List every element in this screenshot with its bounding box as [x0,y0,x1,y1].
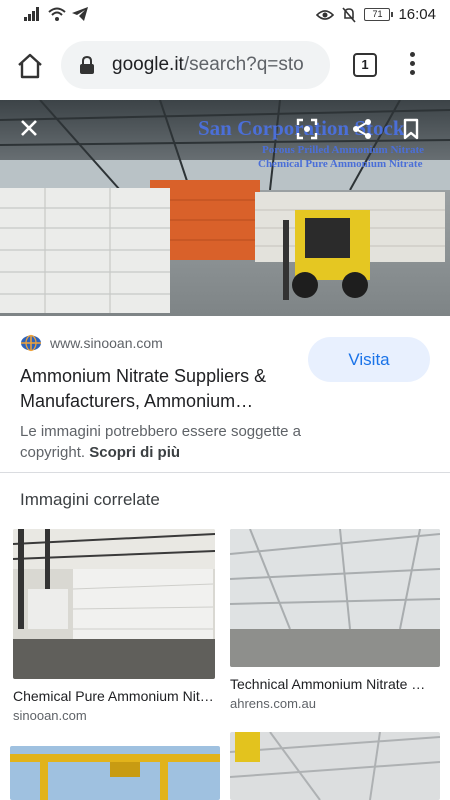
visit-button[interactable]: Visita [308,337,430,382]
related-heading: Immagini correlate [20,490,160,509]
related-card[interactable] [230,732,440,800]
overflow-menu-icon[interactable] [406,52,418,78]
preview-image[interactable]: San Corporation Stock Porous Prilled Amm… [0,100,450,316]
telegram-icon [72,7,88,21]
bookmark-icon[interactable] [403,118,419,140]
share-icon[interactable] [351,118,373,140]
related-thumbnail[interactable] [13,529,215,679]
related-thumbnail[interactable] [10,746,220,800]
related-caption: Technical Ammonium Nitrate … [230,676,426,692]
overlay-line-2: Chemical Pure Ammonium Nitrate [258,158,423,170]
related-thumbnail[interactable] [230,732,440,800]
status-bar: 71 16:04 [0,0,450,30]
signal-icon [24,7,39,21]
address-bar[interactable]: google.it/search?q=sto [61,41,330,89]
related-card[interactable]: Chemical Pure Ammonium Nit… sinooan.com [13,529,215,723]
url-domain: google.it [112,54,184,75]
related-domain: sinooan.com [13,708,87,723]
lens-icon[interactable] [296,118,318,140]
related-caption: Chemical Pure Ammonium Nit… [13,688,214,704]
eye-icon [316,9,335,20]
related-thumbnail[interactable] [230,529,440,667]
source-domain: www.sinooan.com [50,335,163,351]
url-text: google.it/search?q=sto [112,54,322,76]
result-title[interactable]: Ammonium Nitrate Suppliers & Manufacture… [20,364,305,414]
clock: 16:04 [398,6,436,23]
close-icon[interactable] [19,118,39,138]
related-domain: ahrens.com.au [230,696,316,711]
source-row[interactable]: www.sinooan.com [20,334,163,352]
related-card[interactable]: Technical Ammonium Nitrate … ahrens.com.… [230,529,440,711]
lock-icon [80,56,94,74]
site-favicon-icon [21,334,41,352]
browser-toolbar: google.it/search?q=sto 1 [0,30,450,100]
copyright-note: Le immagini potrebbero essere soggette a… [20,421,330,463]
tab-switcher-button[interactable]: 1 [353,53,377,77]
overlay-line-1: Porous Prilled Ammonium Nitrate [262,144,425,156]
related-card[interactable] [10,746,220,800]
bell-off-icon [342,6,357,23]
home-icon[interactable] [16,52,44,80]
url-path: /search?q=sto [183,54,304,75]
battery-icon: 71 [364,8,394,21]
learn-more-link[interactable]: Scopri di più [89,444,180,461]
divider [0,472,450,473]
wifi-icon [48,7,66,21]
